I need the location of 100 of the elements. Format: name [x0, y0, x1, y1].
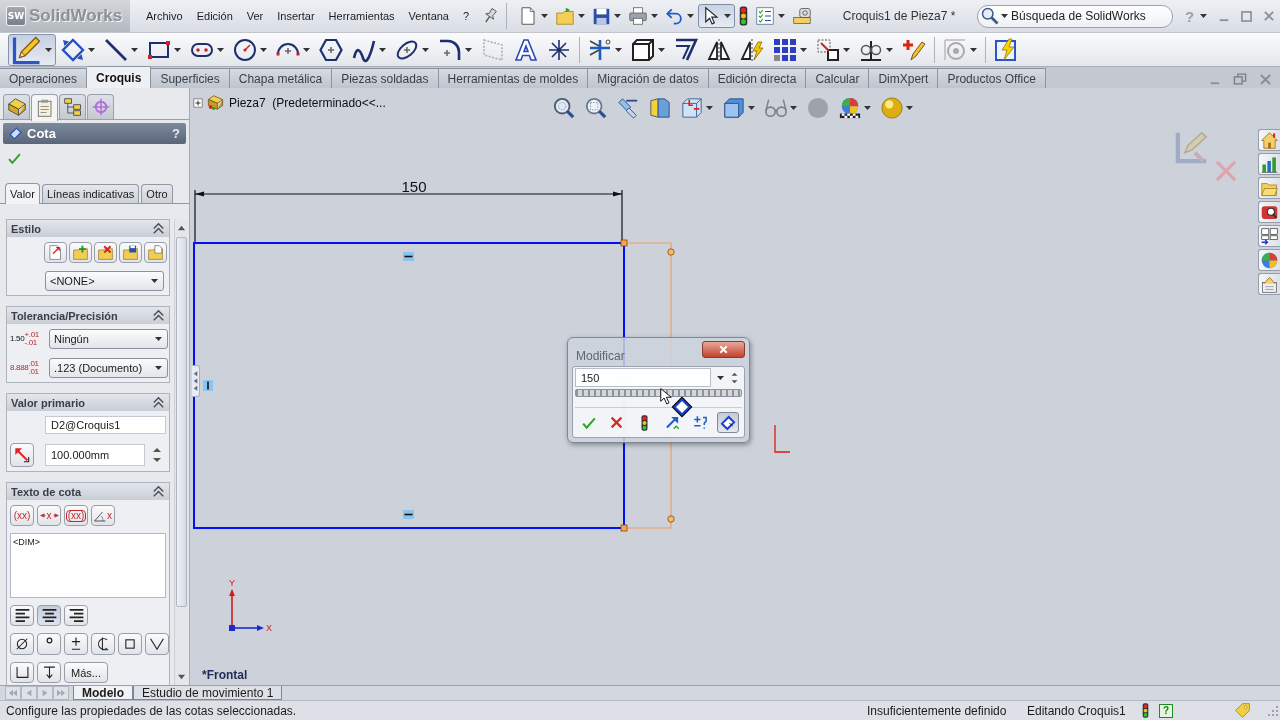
display-style-button[interactable] [723, 97, 755, 119]
group-header[interactable]: Tolerancia/Precisión [7, 307, 169, 324]
tolerance-dropdown[interactable]: Ningún [49, 329, 168, 349]
panel-view-tab[interactable] [87, 94, 114, 119]
help-button[interactable]: ? [1159, 703, 1173, 718]
zoom-to-fit-button[interactable] [553, 97, 575, 119]
endpoint-marker-icon[interactable] [620, 524, 628, 532]
reverse-direction-button[interactable] [10, 443, 34, 467]
align-left-button[interactable] [10, 605, 34, 626]
collapse-chevron-icon[interactable] [153, 396, 164, 409]
view-settings-button[interactable] [881, 97, 913, 119]
style-button[interactable] [94, 242, 117, 263]
menu-item[interactable]: Edición [189, 4, 240, 28]
ribbon-tab[interactable]: Chapa metálica [229, 68, 333, 88]
menu-item[interactable]: Archivo [139, 4, 190, 28]
symbol-button[interactable] [118, 633, 142, 655]
help-button[interactable]: ? [172, 126, 180, 141]
task-pane-tab[interactable] [1258, 201, 1280, 223]
vertical-relation-icon[interactable] [203, 380, 213, 391]
view-orientation-button[interactable] [681, 97, 713, 119]
dimension-value-field[interactable]: 100.000mm [45, 444, 145, 466]
style-dropdown[interactable]: <NONE> [45, 271, 164, 291]
mark-dimension-button[interactable] [717, 412, 739, 433]
close-icon[interactable] [1263, 10, 1275, 22]
horizontal-relation-icon[interactable] [403, 510, 414, 519]
style-button[interactable] [69, 242, 92, 263]
menu-item[interactable]: ? [456, 4, 477, 28]
symbol-button[interactable] [37, 662, 61, 683]
select-button[interactable] [698, 4, 736, 28]
bottom-tab[interactable]: Modelo [73, 686, 133, 700]
dialog-close-button[interactable] [702, 341, 745, 358]
hide-show-button[interactable] [765, 97, 797, 119]
more-button[interactable]: Más... [64, 662, 108, 683]
panel-tab[interactable]: Valor [5, 183, 40, 204]
collapse-chevron-icon[interactable] [153, 485, 164, 498]
sketch-rectangle[interactable] [193, 242, 625, 529]
ribbon-tab[interactable]: Herramientas de moldes [438, 68, 589, 88]
panel-view-tab[interactable] [3, 94, 30, 119]
ribbon-tab[interactable]: Edición directa [708, 68, 807, 88]
expand-box-icon[interactable] [193, 97, 203, 108]
ribbon-tab[interactable]: DimXpert [869, 68, 939, 88]
symbol-button[interactable] [91, 633, 115, 655]
menu-item[interactable]: Ventana [401, 4, 456, 28]
symbol-button[interactable] [10, 662, 34, 683]
scrollbar[interactable] [174, 219, 188, 685]
center-dimension-button[interactable]: x [37, 505, 61, 526]
style-button[interactable] [119, 242, 142, 263]
task-pane-tab[interactable] [1258, 225, 1280, 247]
ribbon-tab[interactable]: Superficies [151, 68, 230, 88]
zoom-area-button[interactable] [585, 97, 607, 119]
group-header[interactable]: Texto de cota [7, 483, 169, 500]
ribbon-tab[interactable]: Productos Office [938, 68, 1046, 88]
search-field[interactable]: Búsqueda de SolidWorks [977, 4, 1174, 28]
value-field[interactable]: 150 [575, 368, 711, 387]
scrollbar-thumb[interactable] [176, 237, 187, 607]
symbol-button[interactable] [145, 633, 169, 655]
pushpin-icon[interactable] [482, 8, 499, 24]
section-view-button[interactable] [649, 97, 671, 119]
align-center-button[interactable] [37, 605, 61, 626]
scene-button[interactable] [839, 97, 871, 119]
group-header[interactable]: Estilo [7, 220, 169, 237]
panel-tab[interactable]: Otro [141, 184, 173, 203]
ribbon-tab[interactable]: Croquis [87, 66, 152, 88]
align-right-button[interactable] [64, 605, 88, 626]
symbol-button[interactable] [64, 633, 88, 655]
panel-tab[interactable]: Líneas indicativas [41, 184, 140, 203]
ribbon-tab[interactable]: Piezas soldadas [332, 68, 439, 88]
menu-item[interactable]: Ver [239, 4, 271, 28]
panel-view-tab[interactable] [31, 94, 58, 121]
panel-view-tab[interactable] [59, 94, 86, 119]
sketch-button[interactable] [8, 33, 56, 66]
bottom-tab[interactable]: Estudio de movimiento 1 [133, 686, 283, 700]
offset-text-button[interactable]: x [91, 505, 115, 526]
collapse-chevron-icon[interactable] [153, 309, 164, 322]
spinner-arrows-icon[interactable] [151, 447, 163, 463]
thumbwheel[interactable] [575, 389, 742, 397]
previous-view-button[interactable] [617, 97, 639, 119]
traffic-light-icon[interactable] [1142, 703, 1149, 718]
symbol-button[interactable] [10, 633, 34, 655]
spinner-arrows-icon[interactable] [730, 370, 739, 385]
style-button[interactable] [44, 242, 67, 263]
menu-item[interactable]: Herramientas [321, 4, 402, 28]
collapse-chevron-icon[interactable] [153, 222, 164, 235]
tree-item[interactable]: Pieza7 (Predeterminado<<... [229, 95, 386, 110]
panel-splitter[interactable] [192, 365, 200, 397]
menu-item[interactable]: Insertar [270, 4, 322, 28]
inspection-dimension-button[interactable]: (xx) [64, 505, 88, 526]
dimension-name-field[interactable]: D2@Croquis1 [45, 416, 166, 434]
ribbon-tab[interactable]: Migración de datos [588, 68, 709, 88]
endpoint-marker-icon[interactable] [620, 239, 628, 247]
ribbon-tab[interactable]: Operaciones [0, 68, 88, 88]
check-icon[interactable] [7, 151, 22, 165]
group-header[interactable]: Valor primario [7, 394, 169, 411]
horizontal-relation-icon[interactable] [403, 252, 414, 261]
add-parentheses-button[interactable]: (xx) [10, 505, 34, 526]
ribbon-tab[interactable]: Calcular [806, 68, 870, 88]
precision-dropdown[interactable]: .123 (Documento) [49, 358, 168, 378]
symbol-button[interactable] [37, 633, 61, 655]
dimension-text-field[interactable]: <DIM> [10, 533, 166, 598]
dimension-value[interactable]: 150 [401, 178, 427, 195]
